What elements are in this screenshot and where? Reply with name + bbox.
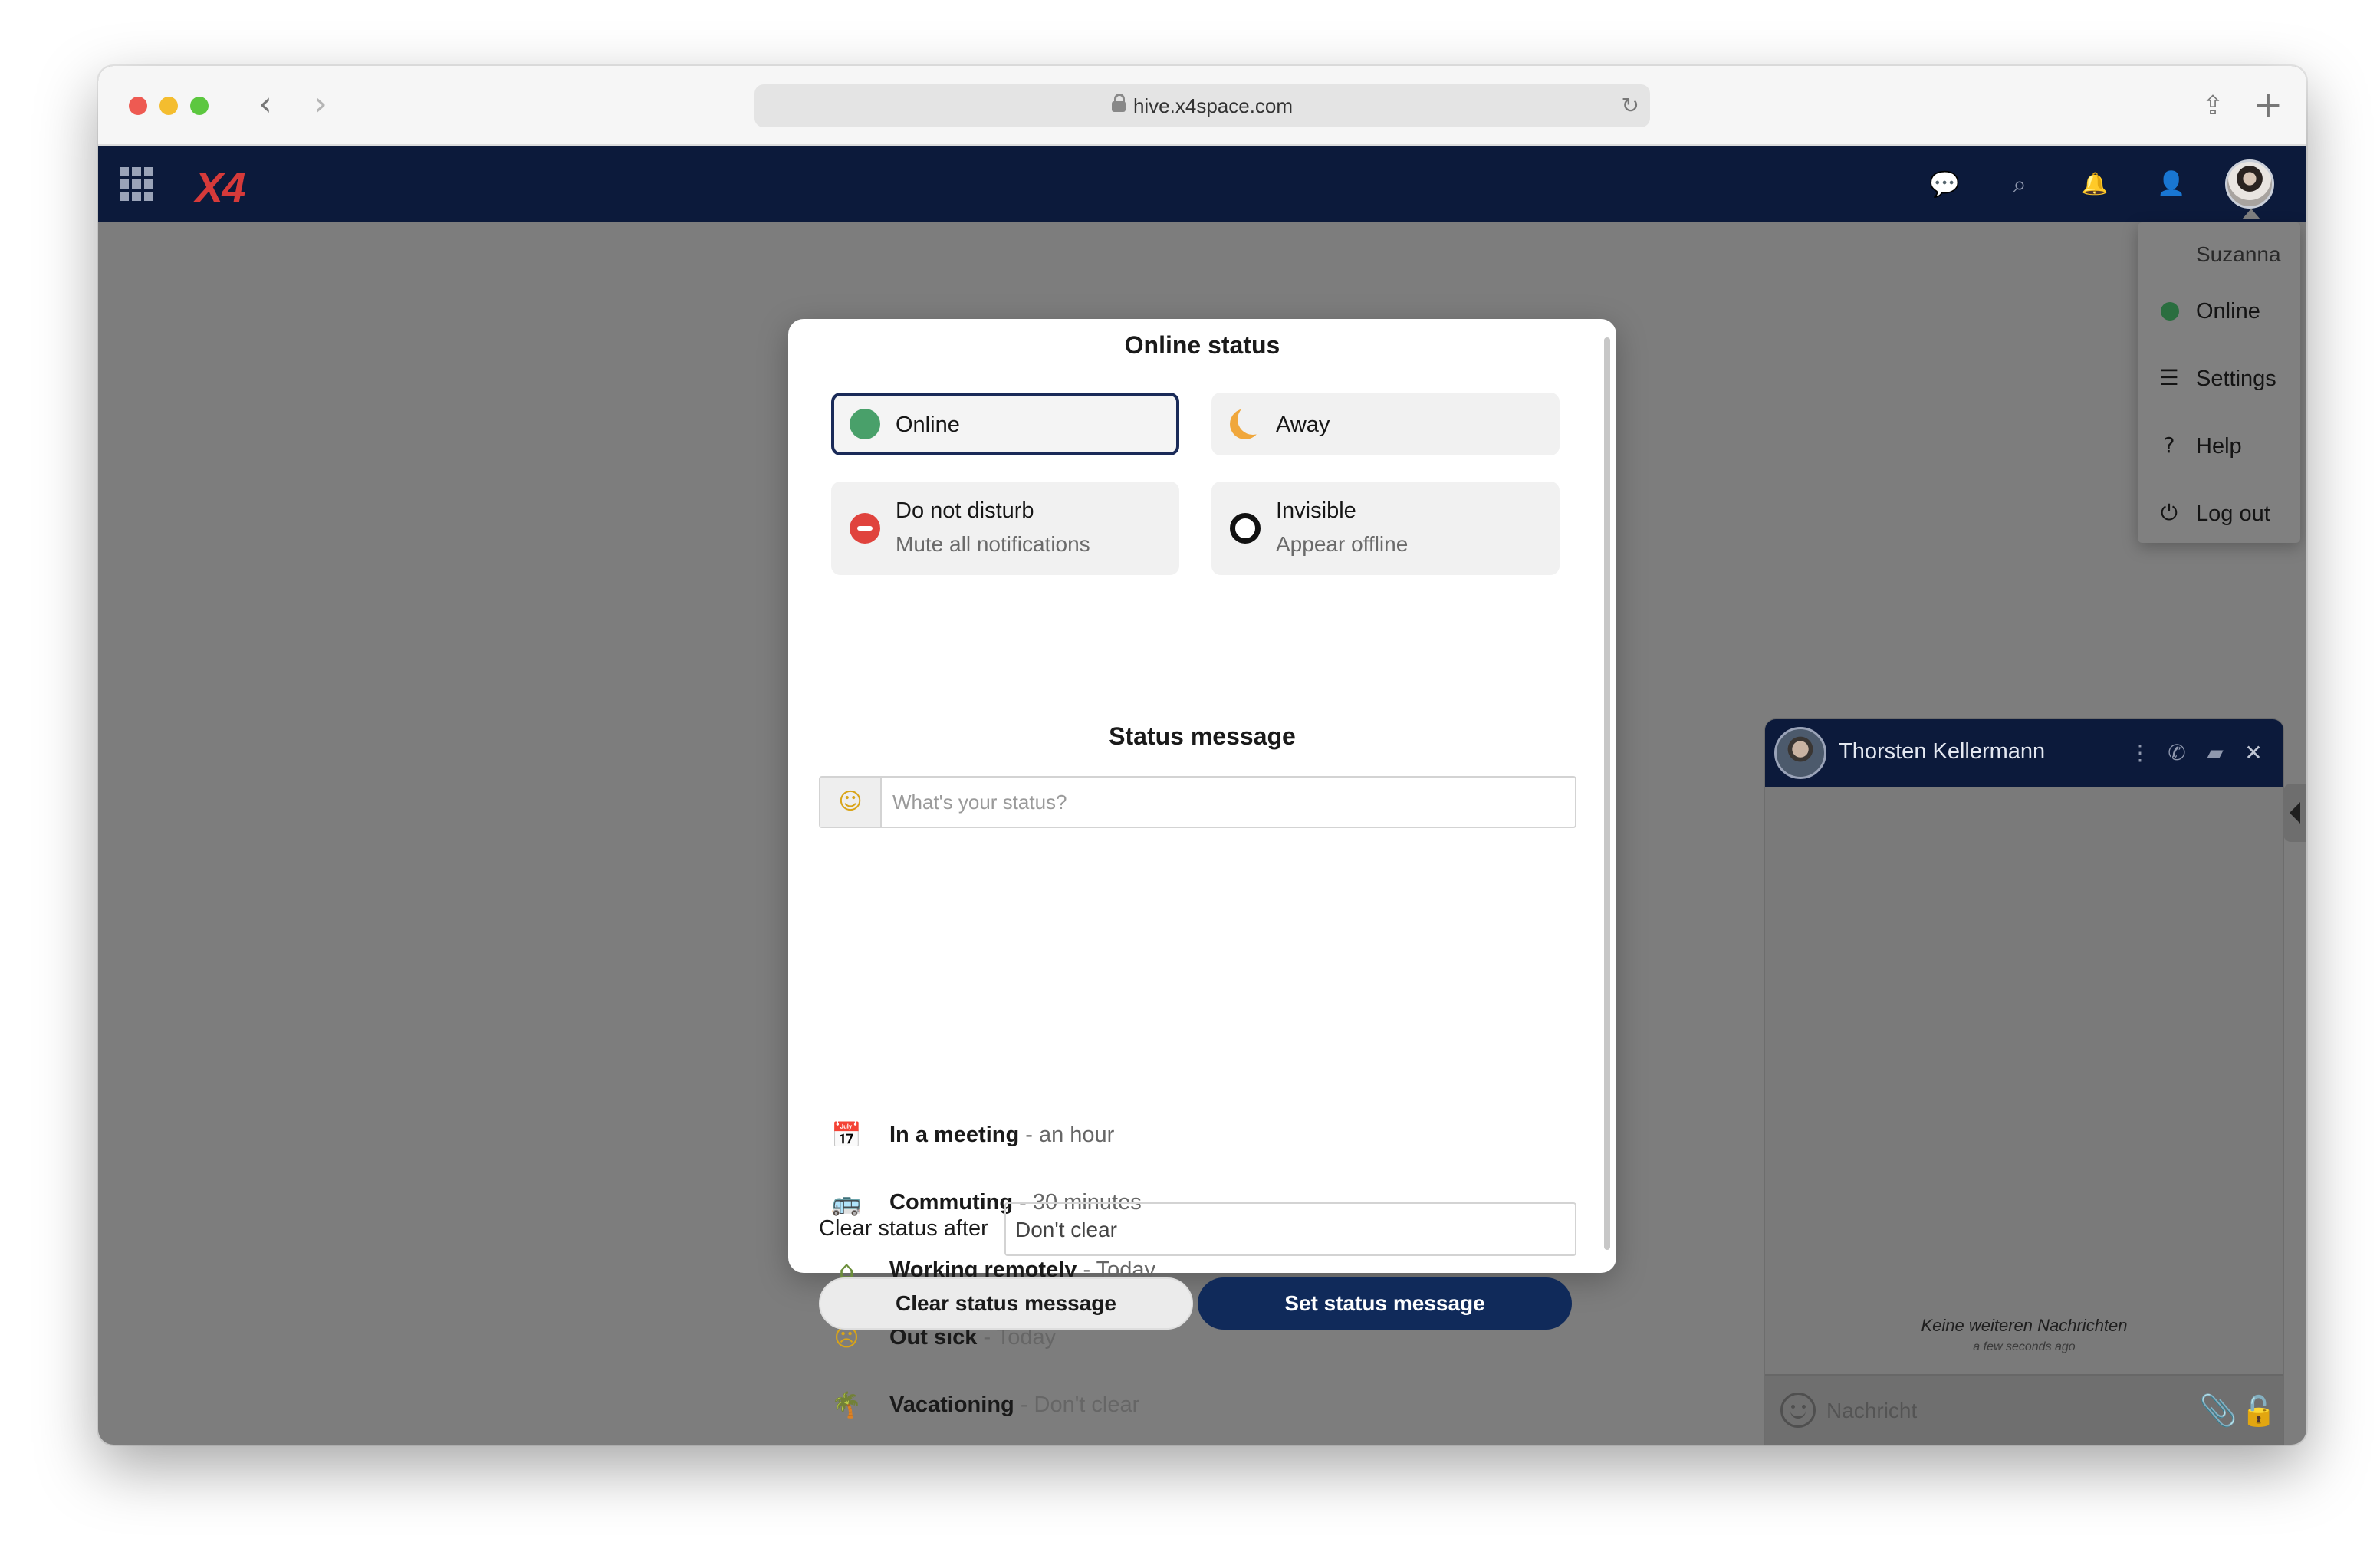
status-option-label: Online — [896, 413, 960, 437]
status-option-away[interactable]: Away — [1211, 393, 1560, 455]
browser-window: ‹ › hive.x4space.com ↻ ⇪ + X4 💬 ⌕ 🔔 👤 Su… — [98, 66, 2306, 1445]
status-option-do-not-disturb[interactable]: Do not disturb Mute all notifications — [831, 482, 1179, 575]
chat-panel: Thorsten Kellermann ⋮ ✆ ▰ ✕ Keine weiter… — [1765, 719, 2283, 1445]
menu-item-help[interactable]: ? Help — [2138, 423, 2300, 469]
status-option-invisible[interactable]: Invisible Appear offline — [1211, 482, 1560, 575]
no-more-messages-text: Keine weiteren Nachrichten — [1921, 1316, 2128, 1335]
smiley-emoji-icon[interactable]: ☺ — [820, 778, 882, 827]
moon-icon — [1230, 409, 1261, 439]
chat-header: Thorsten Kellermann ⋮ ✆ ▰ ✕ — [1765, 719, 2283, 787]
bell-icon[interactable]: 🔔 — [2079, 169, 2110, 199]
chat-composer: 📎 🔓 — [1765, 1374, 2283, 1445]
status-option-description: Mute all notifications — [896, 532, 1090, 556]
menu-caret — [2242, 209, 2260, 219]
maximize-window-button[interactable] — [190, 97, 209, 115]
chevron-right-icon[interactable]: › — [305, 87, 336, 124]
preset-title: Vacationing — [889, 1393, 1014, 1417]
address-bar[interactable]: hive.x4space.com ↻ — [754, 84, 1650, 127]
preset-title: Commuting — [889, 1190, 1014, 1215]
status-message-title: Status message — [1109, 722, 1296, 750]
menu-item-label: Log out — [2196, 501, 2270, 526]
contact-name[interactable]: Thorsten Kellermann — [1839, 739, 2045, 764]
close-icon[interactable]: ✕ — [2240, 738, 2267, 768]
paperclip-icon[interactable]: 📎 — [2199, 1389, 2237, 1432]
close-window-button[interactable] — [129, 97, 147, 115]
do-not-disturb-icon — [850, 513, 880, 544]
more-vertical-icon[interactable]: ⋮ — [2127, 738, 2153, 768]
online-status-dialog: Online status Online Away Do not disturb… — [788, 319, 1616, 1419]
browser-toolbar: ‹ › hive.x4space.com ↻ ⇪ + — [98, 66, 2306, 146]
set-status-button[interactable]: Set status message — [1198, 1277, 1572, 1330]
palm-tree-emoji-icon: 🌴 — [831, 1390, 862, 1419]
preset-duration: - an hour — [1025, 1123, 1115, 1147]
chat-message-input[interactable] — [1826, 1389, 2164, 1432]
status-option-label: Away — [1276, 413, 1330, 437]
clear-status-button[interactable]: Clear status message — [819, 1277, 1193, 1330]
online-dot-icon — [850, 409, 880, 439]
share-icon[interactable]: ⇪ — [2198, 87, 2228, 124]
menu-item-label: Settings — [2196, 367, 2276, 391]
preset-duration: - Don't clear — [1020, 1393, 1140, 1417]
preset-title: In a meeting — [889, 1123, 1020, 1147]
clear-after-select[interactable]: Don't clear — [1004, 1202, 1576, 1256]
menu-item-logout[interactable]: ⏻ Log out — [2138, 491, 2300, 537]
settings-list-icon: ☰ — [2159, 365, 2179, 390]
chevron-left-icon[interactable]: ‹ — [250, 87, 281, 124]
user-menu: Suzanna Online ☰ Settings ? Help ⏻ Log o… — [2138, 222, 2300, 543]
user-menu-name: Suzanna — [2196, 242, 2281, 266]
lock-icon — [1111, 94, 1126, 112]
status-option-online[interactable]: Online — [831, 393, 1179, 455]
lock-open-icon[interactable]: 🔓 — [2240, 1389, 2276, 1432]
contacts-icon[interactable]: 👤 — [2156, 169, 2187, 199]
status-option-description: Appear offline — [1276, 532, 1409, 556]
clear-after-label: Clear status after — [819, 1216, 988, 1241]
dialog-scrollbar[interactable] — [1604, 337, 1610, 1250]
message-timestamp: a few seconds ago — [1973, 1340, 2076, 1353]
user-avatar[interactable] — [2225, 159, 2274, 209]
contact-avatar[interactable] — [1774, 727, 1826, 779]
video-off-icon[interactable]: ▰ — [2202, 738, 2228, 768]
menu-item-label: Help — [2196, 434, 2242, 459]
smiley-icon[interactable] — [1780, 1393, 1816, 1428]
reload-icon[interactable]: ↻ — [1622, 84, 1639, 127]
call-off-icon[interactable]: ✆ — [2164, 738, 2190, 768]
status-message-input[interactable] — [883, 778, 1573, 827]
status-option-label: Do not disturb — [896, 498, 1034, 523]
preset-vacationing[interactable]: 🌴 Vacationing - Don't clear — [830, 1383, 1520, 1426]
status-message-field: ☺ — [819, 776, 1576, 828]
dialog-title: Online status — [1124, 331, 1280, 359]
status-option-label: Invisible — [1276, 498, 1356, 523]
collapse-panel-handle[interactable] — [2283, 784, 2306, 842]
menu-item-online[interactable]: Online — [2138, 288, 2300, 334]
menu-item-label: Online — [2196, 299, 2260, 324]
app-launcher-grid-icon[interactable] — [120, 167, 153, 201]
chat-icon[interactable]: 💬 — [1929, 169, 1960, 199]
bus-emoji-icon: 🚌 — [831, 1188, 862, 1217]
plus-icon[interactable]: + — [2253, 84, 2283, 124]
minimize-window-button[interactable] — [159, 97, 178, 115]
help-icon: ? — [2163, 432, 2175, 458]
menu-item-settings[interactable]: ☰ Settings — [2138, 356, 2300, 402]
search-icon[interactable]: ⌕ — [2004, 169, 2035, 199]
url-text: hive.x4space.com — [1132, 94, 1294, 117]
power-icon: ⏻ — [2160, 500, 2178, 525]
app-header: X4 💬 ⌕ 🔔 👤 — [98, 146, 2306, 222]
preset-in-a-meeting[interactable]: 📅 In a meeting - an hour — [830, 1113, 1520, 1156]
calendar-emoji-icon: 📅 — [831, 1120, 862, 1149]
online-status-dot-icon — [2161, 302, 2179, 321]
invisible-ring-icon — [1230, 513, 1261, 544]
x4-logo[interactable]: X4 — [195, 163, 245, 212]
